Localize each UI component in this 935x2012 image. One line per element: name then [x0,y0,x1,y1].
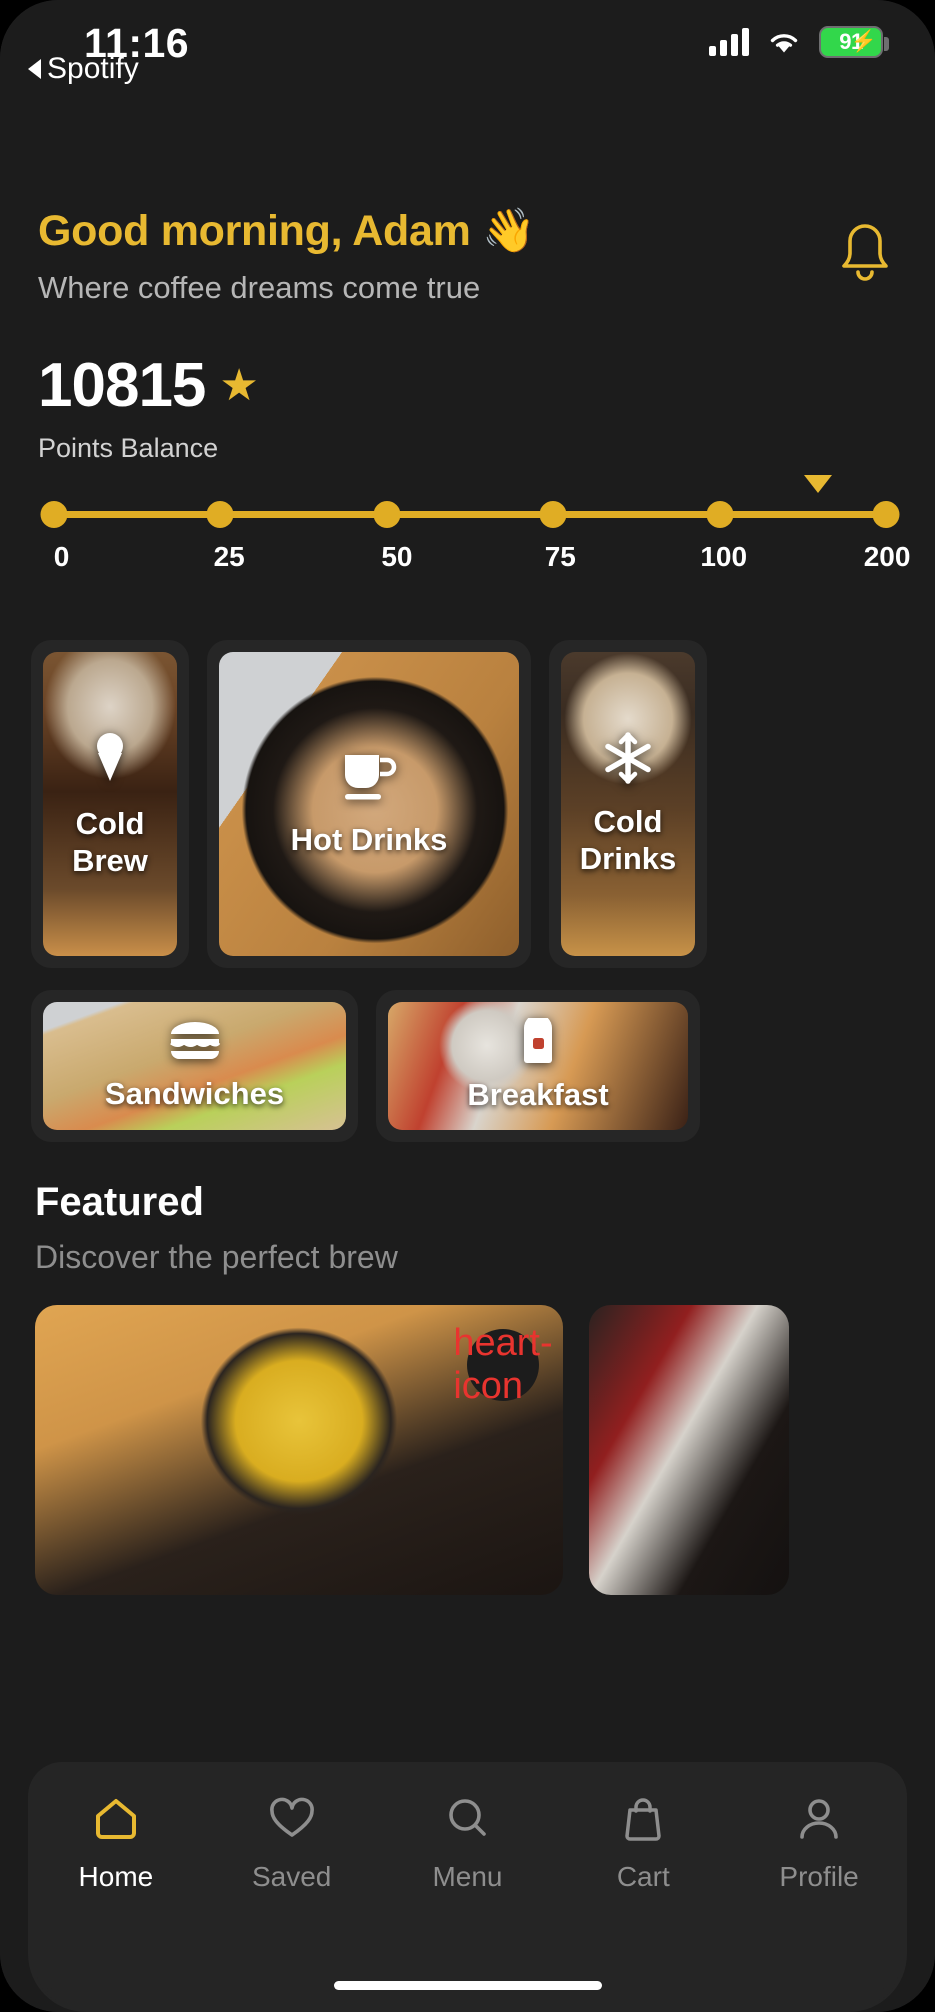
person-icon [793,1794,845,1847]
category-label: Cold Brew [72,805,148,878]
category-row-1: Cold Brew Hot Drinks Cold Drinks [31,640,904,968]
status-bar: 11:16 Spotify 91 ⚡ [0,0,935,110]
category-label: Hot Drinks [290,822,448,858]
category-card-cold-drinks[interactable]: Cold Drinks [549,640,707,968]
category-image: Breakfast [388,1002,688,1130]
tab-label: Home [78,1861,154,1892]
progress-tick-labels: 0 25 50 75 100 200 [40,541,911,581]
bread-slice-icon [514,1014,562,1069]
category-image: Hot Drinks [219,652,519,956]
cellular-signal-icon [709,28,749,56]
ice-cream-cone-icon [87,729,133,792]
featured-title: Featured [35,1180,204,1224]
featured-card[interactable] [589,1305,789,1595]
star-icon: ★ [219,361,259,410]
progress-marker-icon [803,475,832,493]
category-card-cold-brew[interactable]: Cold Brew [31,640,189,968]
milestone-dot[interactable] [872,501,900,528]
greeting-subtitle: Where coffee dreams come true [38,270,481,305]
back-to-app-button[interactable]: Spotify [28,52,139,86]
progress-bar [40,501,900,528]
tab-profile[interactable]: Profile [754,1794,884,1893]
points-progress-track[interactable]: 0 25 50 75 100 200 [40,475,911,595]
bottom-tab-bar: Home Saved Menu Cart Profile [28,1762,907,2012]
search-icon [441,1794,493,1847]
tab-label: Cart [616,1861,670,1892]
category-image: Cold Brew [43,652,177,956]
tab-label: Menu [432,1861,503,1892]
phone-frame: 11:16 Spotify 91 ⚡ Good morning, Adam 👋 … [0,0,935,2012]
greeting-title: Good morning, Adam 👋 [38,207,536,255]
featured-card-list: heart-icon [35,1305,935,1595]
back-triangle-icon [28,59,41,79]
header: Good morning, Adam 👋 Where coffee dreams… [38,206,897,306]
tick-label: 75 [544,541,576,572]
category-label: Sandwiches [104,1076,285,1112]
shopping-bag-icon [617,1794,669,1847]
charging-bolt-icon: ⚡ [850,30,877,53]
category-image: Sandwiches [43,1002,346,1130]
tab-saved[interactable]: Saved [227,1794,357,1893]
snowflake-icon [601,731,655,790]
tab-label: Saved [251,1861,332,1892]
milestone-dot[interactable] [373,501,401,528]
home-icon [90,1794,142,1847]
tab-label: Profile [779,1861,859,1892]
tab-cart[interactable]: Cart [578,1794,708,1893]
category-card-hot-drinks[interactable]: Hot Drinks [207,640,531,968]
status-bar-indicators: 91 ⚡ [709,26,889,58]
points-balance-section: 10815 ★ Points Balance [38,355,897,464]
category-image: Cold Drinks [561,652,695,956]
tick-label: 200 [863,541,911,572]
tab-home[interactable]: Home [51,1794,181,1893]
points-value: 10815 [38,351,206,420]
category-grid: Cold Brew Hot Drinks Cold Drinks Sandwic… [31,640,904,1142]
wifi-icon [766,28,802,56]
category-label: Breakfast [467,1077,609,1113]
back-app-label: Spotify [47,52,139,85]
coffee-cup-icon [339,749,399,808]
milestone-dot[interactable] [706,501,734,528]
home-indicator[interactable] [333,1981,602,1990]
category-card-breakfast[interactable]: Breakfast [376,990,700,1142]
notification-bell-icon[interactable] [833,218,897,288]
category-label: Cold Drinks [579,803,677,876]
heart-icon[interactable]: heart-icon [453,1322,552,1407]
tick-label: 100 [700,541,748,572]
app-screen: 11:16 Spotify 91 ⚡ Good morning, Adam 👋 … [0,0,935,2012]
points-balance-label: Points Balance [38,433,219,463]
milestone-dot[interactable] [40,501,68,528]
featured-subtitle: Discover the perfect brew [35,1239,398,1275]
heart-outline-icon [266,1794,318,1847]
tick-label: 50 [381,541,413,572]
milestone-dot[interactable] [539,501,567,528]
burger-icon [168,1019,222,1068]
tick-label: 0 [53,541,70,572]
featured-section-header: Featured Discover the perfect brew [35,1180,900,1276]
battery-charging-icon: 91 ⚡ [819,26,889,58]
category-card-sandwiches[interactable]: Sandwiches [31,990,358,1142]
featured-card[interactable]: heart-icon [35,1305,563,1595]
category-row-2: Sandwiches Breakfast [31,990,904,1142]
milestone-dot[interactable] [206,501,234,528]
tick-label: 25 [213,541,245,572]
tab-menu[interactable]: Menu [402,1794,532,1893]
